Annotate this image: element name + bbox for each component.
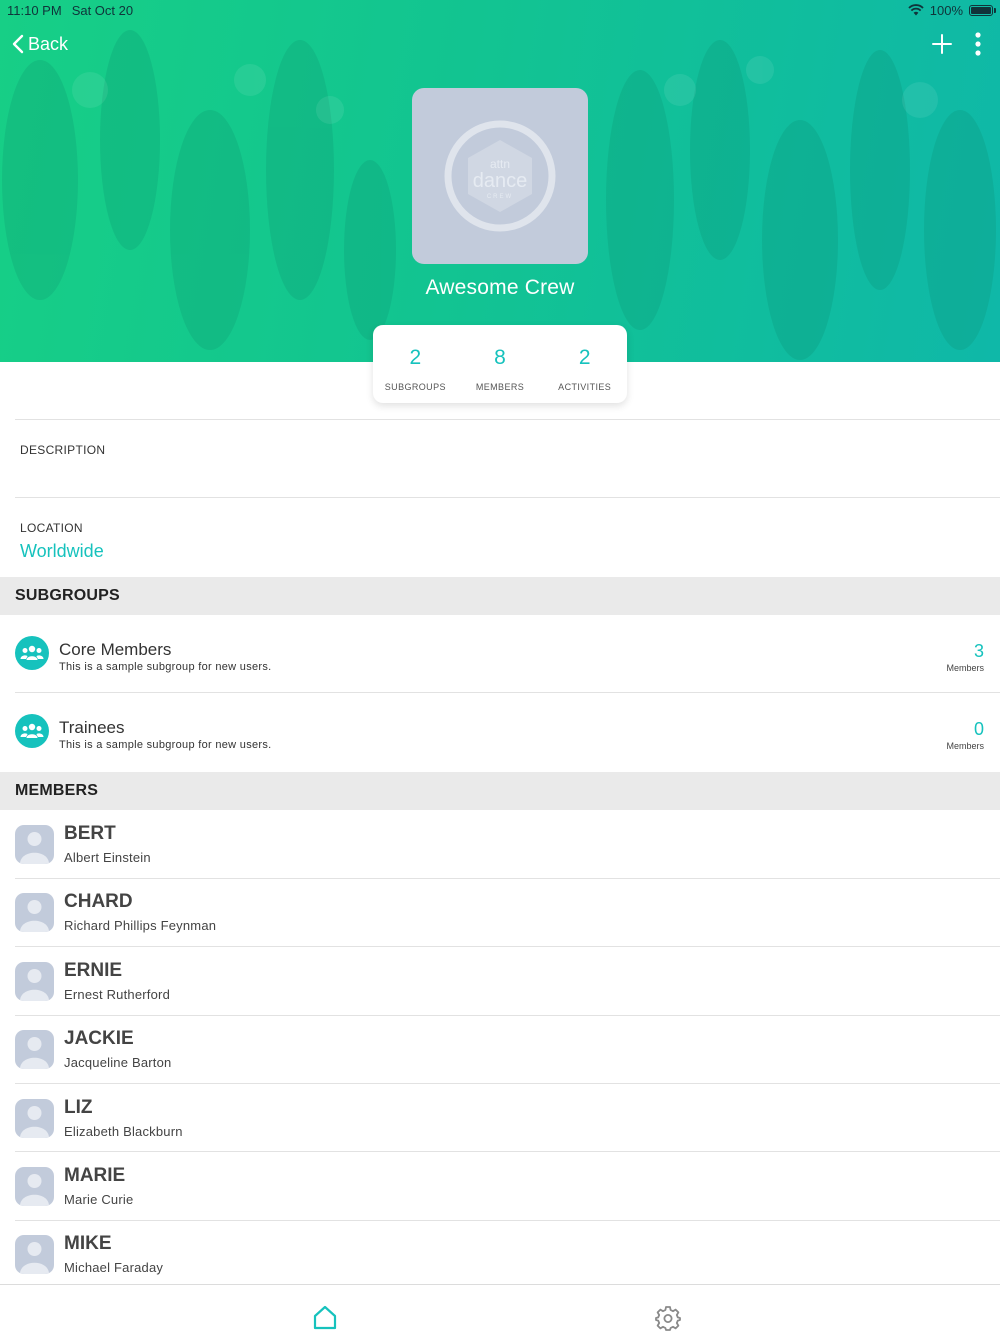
plus-icon[interactable] (930, 32, 954, 56)
group-header: 11:10 PM Sat Oct 20 100% Back attn dance… (0, 0, 1000, 362)
group-people-icon (15, 714, 49, 748)
person-icon (15, 1099, 54, 1138)
chevron-left-icon (12, 34, 24, 54)
member-nickname: MIKE (64, 1233, 112, 1254)
person-icon (15, 1030, 54, 1069)
divider (15, 497, 1000, 498)
group-people-icon (15, 636, 49, 670)
subgroup-row-trainees[interactable]: Trainees This is a sample subgroup for n… (0, 693, 1000, 771)
member-nickname: CHARD (64, 891, 133, 912)
group-logo: attn dance CREW (412, 88, 588, 264)
subgroup-member-count: 0 (973, 719, 984, 739)
stat-label: MEMBERS (475, 382, 525, 392)
subgroup-member-count-label: Members (946, 741, 984, 751)
back-button[interactable]: Back (12, 31, 68, 57)
subgroup-name: Core Members (59, 640, 172, 659)
person-icon (15, 1235, 54, 1274)
more-vertical-icon[interactable] (968, 30, 988, 58)
subgroup-row-core-members[interactable]: Core Members This is a sample subgroup f… (0, 615, 1000, 693)
subgroup-description: This is a sample subgroup for new users. (59, 661, 272, 673)
member-full-name: Elizabeth Blackburn (64, 1124, 183, 1139)
dance-crew-logo-icon: attn dance CREW (444, 120, 556, 232)
stat-label: SUBGROUPS (384, 382, 446, 392)
subgroup-description: This is a sample subgroup for new users. (59, 739, 272, 751)
members-section-header: MEMBERS (0, 772, 1000, 810)
member-full-name: Marie Curie (64, 1192, 134, 1207)
member-nickname: LIZ (64, 1097, 93, 1118)
stat-value: 2 (409, 346, 422, 369)
wifi-icon (908, 4, 924, 16)
person-icon (15, 962, 54, 1001)
member-full-name: Ernest Rutherford (64, 987, 171, 1002)
tab-bar (0, 1284, 1000, 1334)
location-value[interactable]: Worldwide (20, 541, 104, 562)
group-name: Awesome Crew (425, 276, 575, 299)
member-full-name: Jacqueline Barton (64, 1055, 172, 1070)
person-icon (15, 893, 54, 932)
status-bar: 11:10 PM Sat Oct 20 100% (0, 0, 1000, 20)
stat-value: 8 (494, 346, 506, 369)
member-full-name: Richard Phillips Feynman (64, 918, 217, 933)
subgroup-member-count: 3 (973, 641, 984, 661)
stat-subgroups[interactable]: 2 SUBGROUPS (373, 325, 458, 403)
member-row[interactable]: JACKIE Jacqueline Barton (0, 1015, 1000, 1083)
back-label: Back (28, 33, 69, 54)
stat-activities[interactable]: 2 ACTIVITIES (542, 325, 627, 403)
stats-card: 2 SUBGROUPS 8 MEMBERS 2 ACTIVITIES (373, 325, 627, 403)
member-row[interactable]: CHARD Richard Phillips Feynman (0, 878, 1000, 946)
member-row[interactable]: ERNIE Ernest Rutherford (0, 947, 1000, 1015)
location-label: LOCATION (20, 521, 83, 535)
member-full-name: Albert Einstein (64, 850, 151, 865)
logo-text-sub: CREW (487, 194, 513, 200)
status-time: 11:10 PM (7, 2, 62, 18)
member-nickname: ERNIE (64, 960, 123, 981)
member-row[interactable]: BERT Albert Einstein (0, 810, 1000, 878)
member-row[interactable]: LIZ Elizabeth Blackburn (0, 1084, 1000, 1152)
stat-value: 2 (578, 346, 591, 369)
member-nickname: BERT (64, 823, 116, 844)
divider (15, 419, 1000, 420)
member-nickname: JACKIE (64, 1028, 134, 1049)
battery-percent: 100% (929, 2, 963, 18)
home-icon[interactable] (312, 1304, 338, 1330)
stat-members[interactable]: 8 MEMBERS (458, 325, 543, 403)
member-row[interactable]: MIKE Michael Faraday (0, 1220, 1000, 1288)
member-full-name: Michael Faraday (64, 1260, 164, 1275)
subgroups-section-header: SUBGROUPS (0, 577, 1000, 615)
subgroup-member-count-label: Members (946, 663, 984, 673)
subgroup-name: Trainees (59, 718, 125, 737)
member-nickname: MARIE (64, 1165, 126, 1186)
stat-label: ACTIVITIES (558, 382, 612, 392)
logo-text-main: dance (473, 170, 528, 192)
status-date: Sat Oct 20 (71, 2, 134, 18)
logo-text-top: attn (490, 157, 510, 171)
member-row[interactable]: MARIE Marie Curie (0, 1152, 1000, 1220)
person-icon (15, 825, 54, 864)
battery-icon (969, 4, 996, 16)
person-icon (15, 1167, 54, 1206)
gear-icon[interactable] (655, 1305, 681, 1331)
description-label: DESCRIPTION (20, 443, 106, 457)
